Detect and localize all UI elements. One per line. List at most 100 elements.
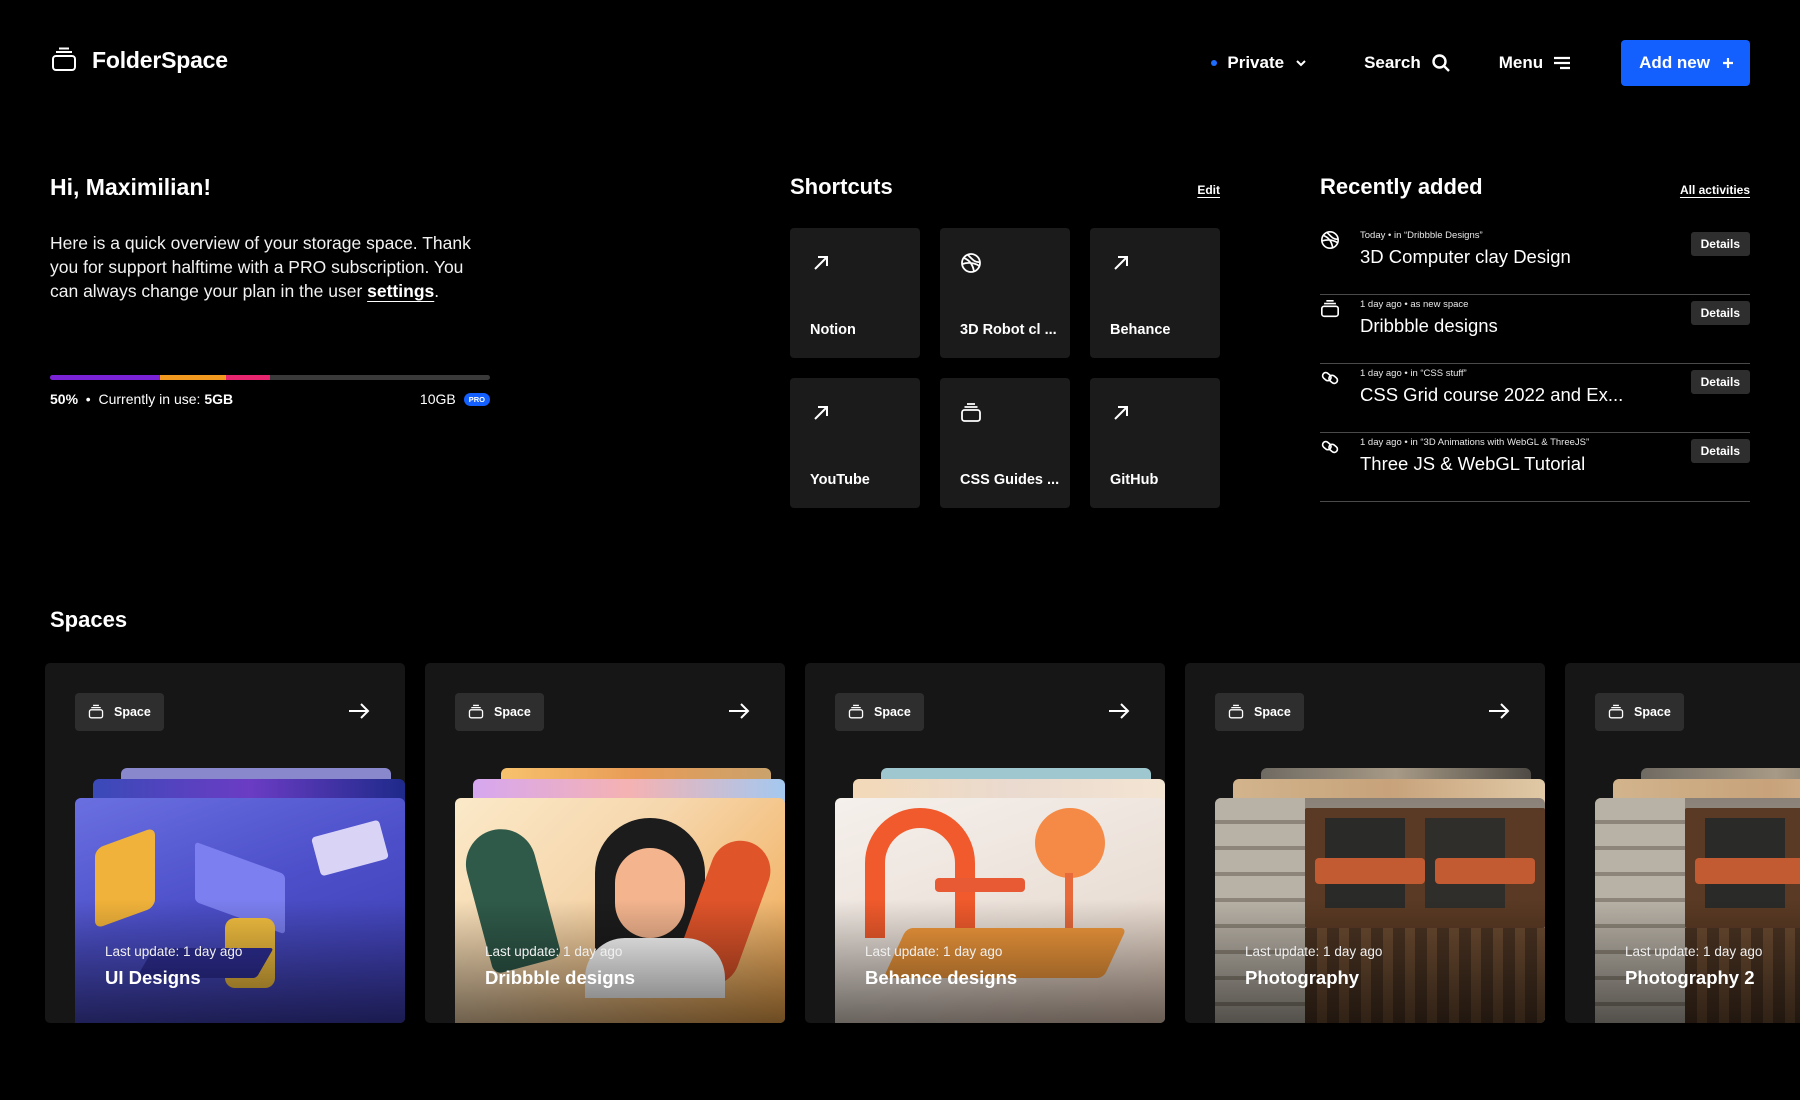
arrow-right-icon[interactable] (727, 699, 751, 723)
space-updated: Last update: 1 day ago (105, 944, 243, 959)
recent-item[interactable]: 1 day ago • as new space Dribbble designs… (1320, 295, 1750, 364)
add-new-label: Add new (1639, 53, 1710, 72)
greeting-text-end: . (434, 281, 440, 301)
shortcut-tile[interactable]: Notion (790, 228, 920, 358)
shortcut-tile[interactable]: CSS Guides ... (940, 378, 1070, 508)
shortcuts-grid: Notion 3D Robot cl ... Behance YouTube CSS G… (790, 228, 1220, 508)
app-name: FolderSpace (92, 46, 228, 73)
storage-summary: 50% • Currently in use: 5GB 10GB PRO (50, 391, 490, 407)
shortcut-tile[interactable]: GitHub (1090, 378, 1220, 508)
details-button[interactable]: Details (1690, 301, 1750, 325)
recently-added-title: Recently added (1320, 174, 1483, 199)
privacy-label: Private (1227, 53, 1285, 72)
dribbble-icon (960, 252, 982, 274)
recent-item[interactable]: 1 day ago • in “CSS stuff” CSS Grid cours… (1320, 364, 1750, 433)
edit-shortcuts-link[interactable]: Edit (1197, 183, 1220, 197)
dribbble-icon (1320, 230, 1340, 250)
folder-stack-icon (960, 402, 982, 424)
folder-stack-icon (1320, 299, 1340, 319)
storage-capacity: 10GB (419, 391, 456, 407)
recent-item-title: CSS Grid course 2022 and Ex... (1360, 384, 1624, 405)
app-logo[interactable]: FolderSpace (50, 46, 228, 74)
space-badge: Space (75, 693, 164, 731)
storage-progress-bar (50, 375, 490, 380)
folder-stack-icon (1228, 704, 1244, 720)
folder-stack-icon (52, 47, 76, 71)
space-thumbnail: Last update: 1 day ago Dribbble designs (455, 798, 785, 1023)
space-card[interactable]: Space Last update: 1 day ago UI Designs (45, 663, 405, 1023)
thumbnail-shade (835, 798, 1165, 1023)
space-badge-label: Space (1254, 705, 1291, 719)
space-badge-label: Space (874, 705, 911, 719)
thumbnail-shade (1215, 798, 1545, 1023)
space-caption: Last update: 1 day ago UI Designs (105, 944, 242, 989)
shortcut-label: 3D Robot cl ... (960, 322, 1057, 338)
shortcut-tile[interactable]: 3D Robot cl ... (940, 228, 1070, 358)
space-card[interactable]: Space Last update: 1 day ago Behance desig… (805, 663, 1165, 1023)
storage-segment (226, 375, 270, 380)
details-button[interactable]: Details (1690, 370, 1750, 394)
separator-dot: • (81, 391, 95, 407)
space-card[interactable]: Space Last update: 1 day ago Photography 2 (1565, 663, 1800, 1023)
space-thumbnail: Last update: 1 day ago Photography 2 (1595, 798, 1800, 1023)
all-activities-link[interactable]: All activities (1680, 183, 1750, 197)
folder-stack-icon (468, 704, 484, 720)
spaces-title: Spaces (50, 607, 128, 632)
shortcut-tile[interactable]: YouTube (790, 378, 920, 508)
recent-list: Today • in “Dribbble Designs” 3D Computer… (1320, 226, 1750, 502)
space-card[interactable]: Space Last update: 1 day ago Dribbble desi… (425, 663, 785, 1023)
storage-capacity-group: 10GB PRO (420, 391, 490, 407)
space-preview: Last update: 1 day ago Photography 2 (1595, 768, 1800, 1023)
recent-item-title: 3D Computer clay Design (1360, 246, 1571, 267)
space-thumbnail: Last update: 1 day ago Behance designs (835, 798, 1165, 1023)
recent-item[interactable]: Today • in “Dribbble Designs” 3D Computer… (1320, 226, 1750, 295)
arrow-right-icon[interactable] (347, 699, 371, 723)
recent-item[interactable]: 1 day ago • in “3D Animations with WebGL… (1320, 433, 1750, 502)
search-label: Search (1364, 53, 1421, 72)
details-button[interactable]: Details (1690, 232, 1750, 256)
recently-added-panel: Recently added All activities Today • in… (1320, 174, 1750, 502)
folder-stack-icon (88, 704, 104, 720)
in-use-value: 5GB (204, 391, 234, 407)
recent-item-meta: 1 day ago • as new space (1360, 299, 1469, 310)
add-new-button[interactable]: Add new (1621, 40, 1750, 86)
space-badge-label: Space (1634, 705, 1671, 719)
space-caption: Last update: 1 day ago Photography 2 (1625, 944, 1762, 989)
shortcut-label: GitHub (1110, 472, 1159, 488)
space-card[interactable]: Space Last update: 1 day ago Photography (1185, 663, 1545, 1023)
recent-item-meta: 1 day ago • in “CSS stuff” (1360, 368, 1467, 379)
in-use-label: Currently in use: (98, 391, 201, 407)
privacy-dropdown[interactable]: Private (1211, 53, 1308, 73)
shortcut-label: Behance (1110, 322, 1171, 338)
space-name: Photography 2 (1625, 967, 1755, 988)
arrow-up-right-icon (810, 252, 832, 274)
arrow-up-right-icon (1110, 402, 1132, 424)
space-name: Dribbble designs (485, 967, 636, 988)
space-badge: Space (835, 693, 924, 731)
thumbnail-shade (1595, 798, 1800, 1023)
space-preview: Last update: 1 day ago Dribbble designs (455, 768, 785, 1023)
recent-item-meta: 1 day ago • in “3D Animations with WebGL… (1360, 437, 1590, 448)
arrow-right-icon[interactable] (1487, 699, 1511, 723)
shortcut-label: YouTube (810, 472, 870, 488)
space-preview: Last update: 1 day ago Photography (1215, 768, 1545, 1023)
space-preview: Last update: 1 day ago UI Designs (75, 768, 405, 1023)
settings-link[interactable]: settings (367, 281, 434, 301)
search-icon (1432, 54, 1450, 72)
thumbnail-shade (455, 798, 785, 1023)
space-updated: Last update: 1 day ago (485, 944, 623, 959)
details-button[interactable]: Details (1690, 439, 1750, 463)
folder-stack-icon (1608, 704, 1624, 720)
space-caption: Last update: 1 day ago Behance designs (865, 944, 1017, 989)
space-preview: Last update: 1 day ago Behance designs (835, 768, 1165, 1023)
shortcut-tile[interactable]: Behance (1090, 228, 1220, 358)
space-updated: Last update: 1 day ago (1625, 944, 1763, 959)
arrow-right-icon[interactable] (1107, 699, 1131, 723)
shortcuts-panel: Shortcuts Edit Notion 3D Robot cl ... Beha… (790, 174, 1220, 508)
link-icon (1320, 368, 1340, 388)
search-button[interactable]: Search (1364, 53, 1451, 73)
storage-segment (160, 375, 226, 380)
top-nav: Private Search Menu Add new (1211, 40, 1750, 86)
space-updated: Last update: 1 day ago (865, 944, 1003, 959)
menu-button[interactable]: Menu (1499, 53, 1571, 73)
